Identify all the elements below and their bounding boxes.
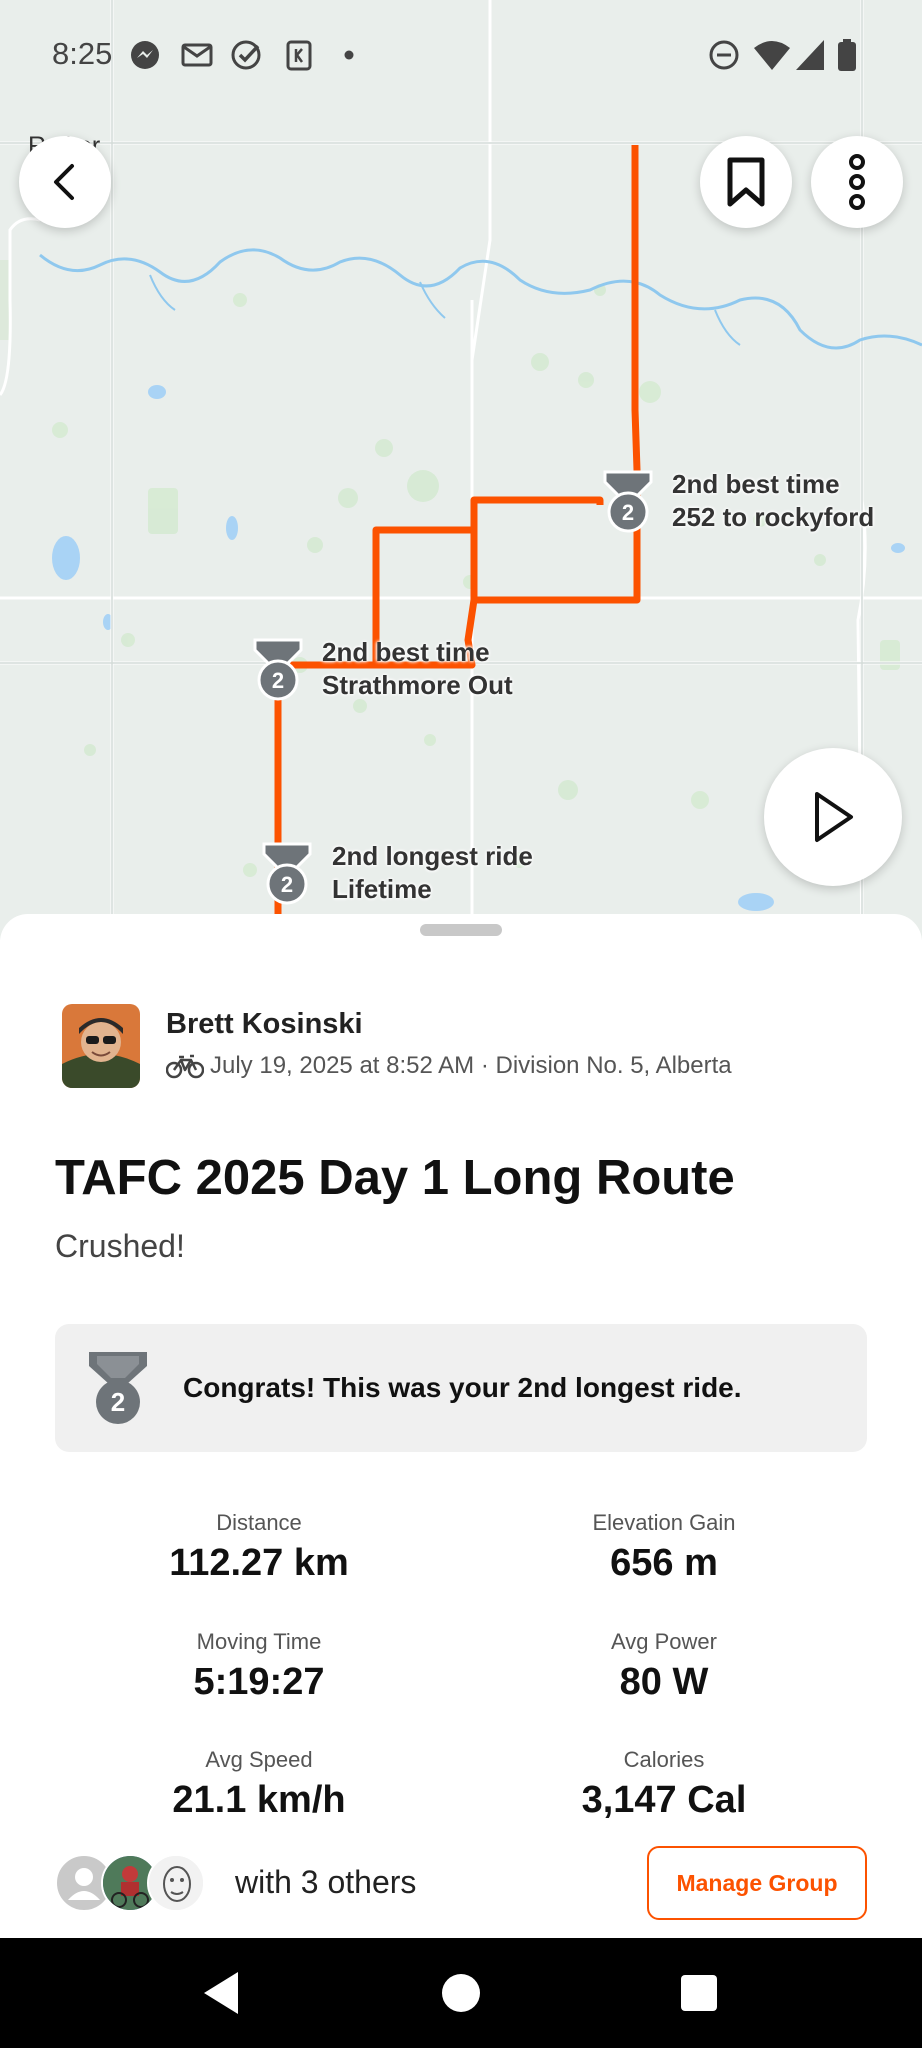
battery-icon [838,39,856,71]
wifi-icon [754,41,790,70]
stat-value: 5:19:27 [193,1661,325,1703]
route-line [274,145,641,932]
group-avatar-sketch[interactable] [147,1854,205,1912]
activity-meta: July 19, 2025 at 8:52 AM · Division No. … [166,1052,732,1080]
play-icon [815,792,853,842]
stat-avg-speed: Avg Speed 21.1 km/h [94,1747,424,1822]
medal-badge-icon: 2 [253,638,303,701]
achievement-banner[interactable]: 2 Congrats! This was your 2nd longest ri… [55,1324,867,1452]
sketch-face-photo [149,1856,203,1910]
stat-moving-time: Moving Time 5:19:27 [94,1629,424,1704]
map-annotation-label: 2nd longest ride Lifetime [332,840,533,906]
status-bar: 8:25 [0,0,922,110]
bookmark-button[interactable] [700,136,792,228]
manage-group-button[interactable]: Manage Group [647,1846,867,1920]
annotation-subtitle: 252 to rockyford [672,502,875,532]
route-map[interactable]: 8:25 R cker 2 2nd best time 252 to rocky… [0,0,922,940]
mail-icon [181,43,213,67]
system-nav-bar [0,1938,922,2048]
athlete-avatar[interactable] [62,1004,140,1088]
map-annotation-label: 2nd best time 252 to rockyford [672,468,874,534]
stat-label: Moving Time [196,1629,322,1654]
stat-elevation-gain: Elevation Gain 656 m [499,1510,829,1585]
stat-label: Elevation Gain [592,1510,736,1535]
app-icon [286,40,312,71]
stat-calories: Calories 3,147 Cal [499,1747,829,1822]
stat-label: Avg Power [611,1629,717,1654]
bookmark-icon [727,157,765,207]
athlete-name[interactable]: Brett Kosinski [166,1008,363,1041]
activity-description: Crushed! [55,1228,185,1264]
signal-icon [796,40,824,70]
stat-label: Calories [623,1747,705,1772]
stat-value: 80 W [619,1661,709,1703]
sheet-drag-handle[interactable] [420,924,502,936]
group-row: with 3 others Manage Group [55,1846,867,1922]
annotation-title: 2nd longest ride [332,841,533,871]
athlete-photo [62,1004,140,1088]
medal-badge-icon: 2 [603,470,653,533]
messenger-icon [131,41,159,69]
stat-avg-power: Avg Power 80 W [499,1629,829,1704]
more-vertical-icon [849,154,865,210]
stat-value: 112.27 km [169,1542,349,1584]
do-not-disturb-icon [709,40,739,70]
annotation-subtitle: Strathmore Out [322,670,513,700]
stat-distance: Distance 112.27 km [94,1510,424,1585]
svg-text:2: 2 [111,1387,125,1417]
stat-label: Avg Speed [205,1747,313,1772]
tasks-icon [231,40,261,70]
chevron-left-icon [54,164,74,200]
map-annotation-label: 2nd best time Strathmore Out [322,636,513,702]
medal-badge-icon: 2 [89,1352,147,1424]
activity-meta-text: July 19, 2025 at 8:52 AM · Division No. … [210,1052,732,1079]
nav-back-icon[interactable] [194,1966,248,2020]
nav-home-icon[interactable] [434,1966,488,2020]
group-text[interactable]: with 3 others [235,1864,416,1901]
svg-text:2: 2 [272,668,284,693]
dot-icon [344,50,354,60]
activity-title: TAFC 2025 Day 1 Long Route [55,1151,735,1205]
stat-value: 3,147 Cal [581,1779,747,1821]
medal-badge-icon: 2 [262,842,312,905]
stat-label: Distance [216,1510,302,1535]
svg-text:2: 2 [622,500,634,525]
annotation-title: 2nd best time [672,469,840,499]
achievement-text: Congrats! This was your 2nd longest ride… [183,1372,742,1403]
back-button[interactable] [19,136,111,228]
play-flyover-button[interactable] [764,748,902,886]
nav-recents-icon[interactable] [672,1966,726,2020]
svg-text:2: 2 [281,872,293,897]
annotation-subtitle: Lifetime [332,874,432,904]
stat-value: 21.1 km/h [172,1779,346,1821]
annotation-title: 2nd best time [322,637,490,667]
stat-value: 656 m [610,1542,718,1584]
more-options-button[interactable] [811,136,903,228]
status-time: 8:25 [52,36,113,71]
bike-icon [166,1054,204,1079]
